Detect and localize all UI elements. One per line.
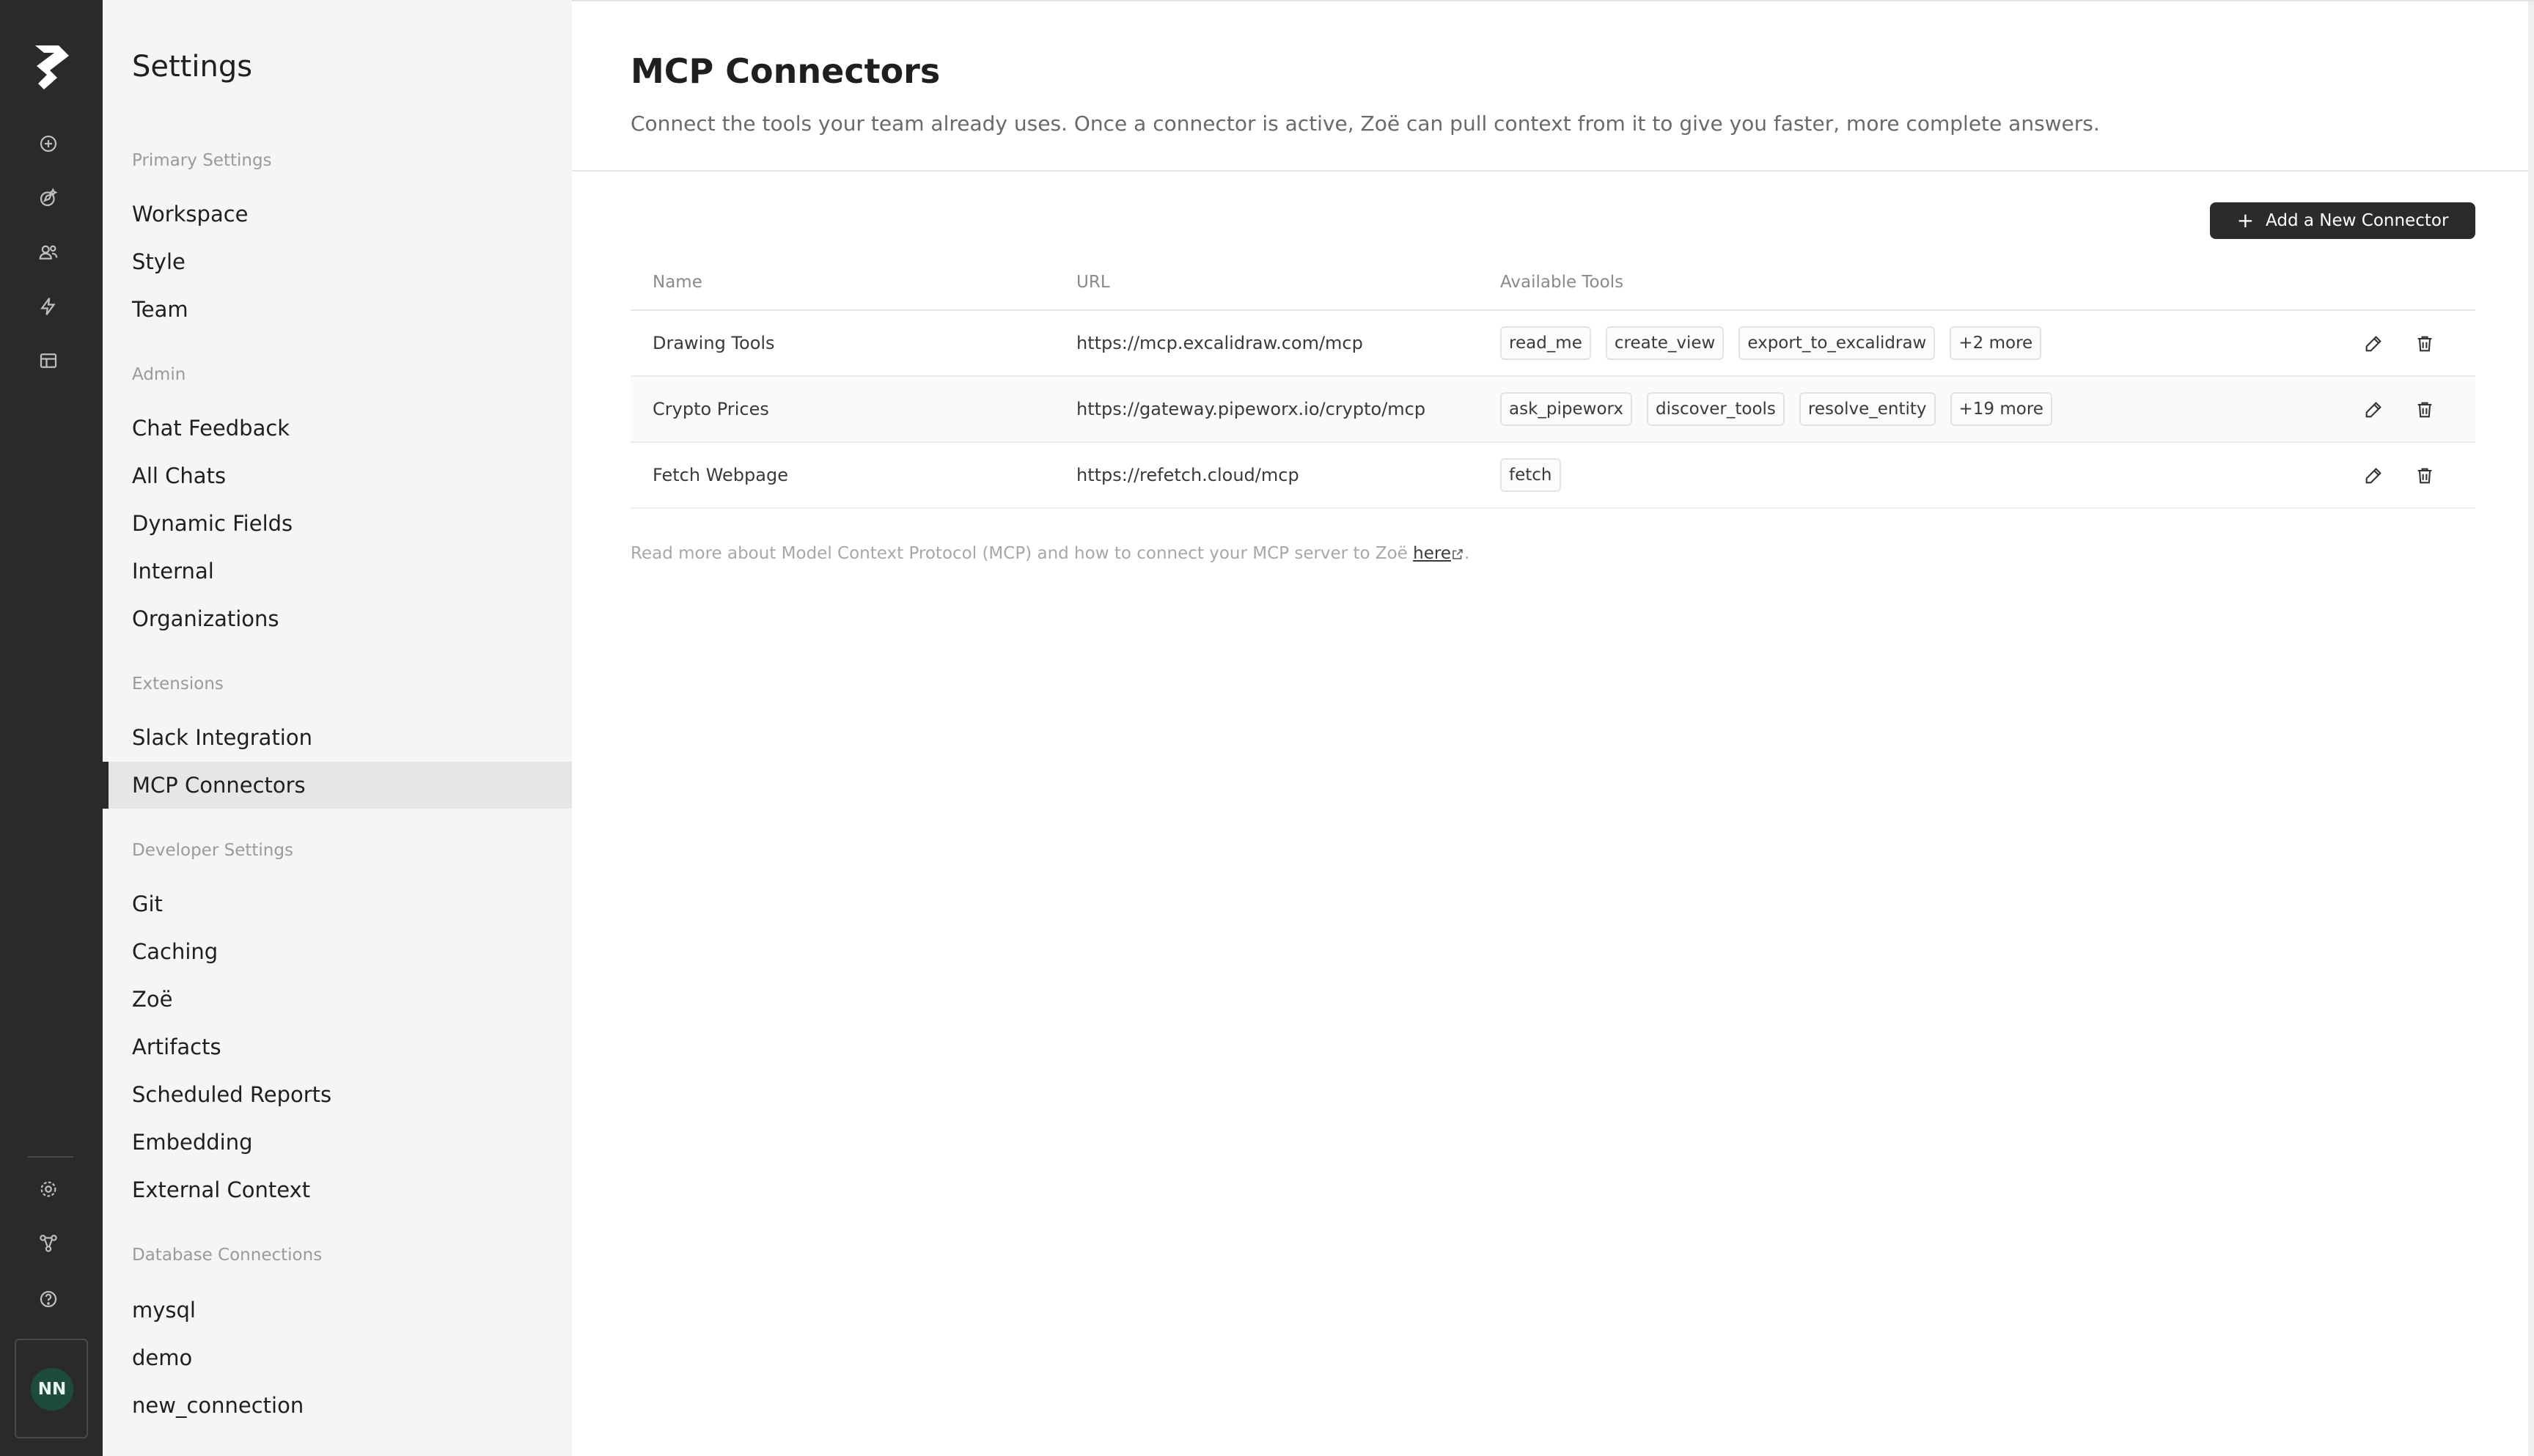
edit-icon[interactable]: [2361, 331, 2386, 356]
sidebar-item-slack-integration[interactable]: Slack Integration: [103, 714, 572, 761]
page-title: MCP Connectors: [631, 51, 941, 91]
column-header-tools: Available Tools: [1500, 273, 1624, 292]
footnote-text: Read more about Model Context Protocol (…: [631, 544, 1414, 563]
layout-icon[interactable]: [32, 345, 65, 377]
column-header-name: Name: [653, 273, 702, 292]
gear-icon[interactable]: [32, 1173, 65, 1205]
sidebar-item-zoe[interactable]: Zoë: [103, 976, 572, 1023]
connector-name: Drawing Tools: [653, 333, 775, 353]
sidebar-item-chat-feedback[interactable]: Chat Feedback: [103, 405, 572, 452]
tool-chip: fetch: [1500, 458, 1561, 492]
tool-chip: ask_pipeworx: [1500, 392, 1632, 426]
main-content: MCP Connectors Connect the tools your te…: [572, 0, 2534, 1456]
more-tools-chip[interactable]: +19 more: [1950, 392, 2052, 426]
integrations-icon[interactable]: [32, 1227, 65, 1260]
sidebar-item-mcp-connectors[interactable]: MCP Connectors: [103, 762, 572, 809]
add-connector-button[interactable]: + Add a New Connector: [2210, 202, 2475, 239]
explore-icon[interactable]: [32, 182, 65, 214]
footnote-link[interactable]: here: [1413, 544, 1451, 563]
tool-chips: read_me create_view export_to_excalidraw…: [1500, 311, 2042, 375]
trash-icon[interactable]: [2412, 463, 2437, 488]
sidebar-item-style[interactable]: Style: [103, 238, 572, 285]
section-primary-settings: Primary Settings: [132, 151, 272, 170]
app-rail: NN: [0, 0, 103, 1456]
external-link-icon: [1453, 548, 1463, 559]
connector-name: Fetch Webpage: [653, 465, 788, 485]
window-edge: [2528, 1, 2534, 1456]
sidebar-item-external-context[interactable]: External Context: [103, 1166, 572, 1213]
section-extensions: Extensions: [132, 674, 224, 694]
sidebar-item-mysql[interactable]: mysql: [103, 1287, 572, 1334]
add-connector-label: Add a New Connector: [2266, 211, 2449, 230]
sidebar-title: Settings: [132, 50, 253, 84]
trash-icon[interactable]: [2412, 397, 2437, 422]
sidebar-item-scheduled-reports[interactable]: Scheduled Reports: [103, 1071, 572, 1118]
section-database-connections: Database Connections: [132, 1246, 323, 1265]
connector-name: Crypto Prices: [653, 399, 769, 419]
connector-url: https://mcp.excalidraw.com/mcp: [1076, 333, 1363, 353]
trash-icon[interactable]: [2412, 331, 2437, 356]
column-header-url: URL: [1076, 273, 1110, 292]
section-admin: Admin: [132, 365, 186, 384]
settings-sidebar: Settings Primary Settings Workspace Styl…: [103, 0, 572, 1456]
sidebar-item-git[interactable]: Git: [103, 880, 572, 927]
tool-chip: export_to_excalidraw: [1738, 326, 1936, 360]
rail-divider: [28, 1156, 73, 1158]
sidebar-item-internal[interactable]: Internal: [103, 548, 572, 595]
sidebar-item-artifacts[interactable]: Artifacts: [103, 1023, 572, 1070]
sidebar-item-all-chats[interactable]: All Chats: [103, 452, 572, 499]
sidebar-item-workspace[interactable]: Workspace: [103, 191, 572, 238]
more-tools-chip[interactable]: +2 more: [1950, 326, 2042, 360]
sidebar-item-embedding[interactable]: Embedding: [103, 1119, 572, 1166]
sidebar-item-demo[interactable]: demo: [103, 1334, 572, 1381]
footnote-suffix: .: [1464, 544, 1470, 563]
sidebar-item-team[interactable]: Team: [103, 286, 572, 333]
sidebar-item-organizations[interactable]: Organizations: [103, 595, 572, 642]
sidebar-item-dynamic-fields[interactable]: Dynamic Fields: [103, 500, 572, 547]
tool-chips: ask_pipeworx discover_tools resolve_enti…: [1500, 377, 2052, 441]
table-row[interactable]: Drawing Tools https://mcp.excalidraw.com…: [631, 311, 2475, 377]
table-row[interactable]: Crypto Prices https://gateway.pipeworx.i…: [631, 377, 2475, 443]
mcp-footnote: Read more about Model Context Protocol (…: [631, 544, 1469, 563]
header-divider: [572, 170, 2534, 172]
bolt-icon[interactable]: [32, 290, 65, 323]
connector-url: https://gateway.pipeworx.io/crypto/mcp: [1076, 399, 1426, 419]
page-description: Connect the tools your team already uses…: [631, 111, 2100, 136]
new-chat-icon[interactable]: [32, 128, 65, 160]
tool-chips: fetch: [1500, 443, 1561, 507]
connector-url: https://refetch.cloud/mcp: [1076, 465, 1299, 485]
app-logo-icon[interactable]: [28, 41, 73, 94]
sidebar-item-new-connection[interactable]: new_connection: [103, 1382, 572, 1429]
tool-chip: resolve_entity: [1799, 392, 1936, 426]
sidebar-item-caching[interactable]: Caching: [103, 928, 572, 975]
tool-chip: create_view: [1605, 326, 1725, 360]
plus-icon: +: [2236, 208, 2255, 232]
edit-icon[interactable]: [2361, 463, 2386, 488]
table-row[interactable]: Fetch Webpage https://refetch.cloud/mcp …: [631, 443, 2475, 509]
help-icon[interactable]: [32, 1283, 65, 1315]
tool-chip: discover_tools: [1646, 392, 1785, 426]
tool-chip: read_me: [1500, 326, 1591, 360]
table-header: Name URL Available Tools: [631, 255, 2475, 311]
connectors-table: Name URL Available Tools Drawing Tools h…: [631, 255, 2475, 509]
edit-icon[interactable]: [2361, 397, 2386, 422]
user-menu[interactable]: NN: [15, 1339, 88, 1438]
avatar[interactable]: NN: [31, 1368, 73, 1411]
section-developer-settings: Developer Settings: [132, 841, 293, 860]
people-icon[interactable]: [32, 236, 65, 268]
